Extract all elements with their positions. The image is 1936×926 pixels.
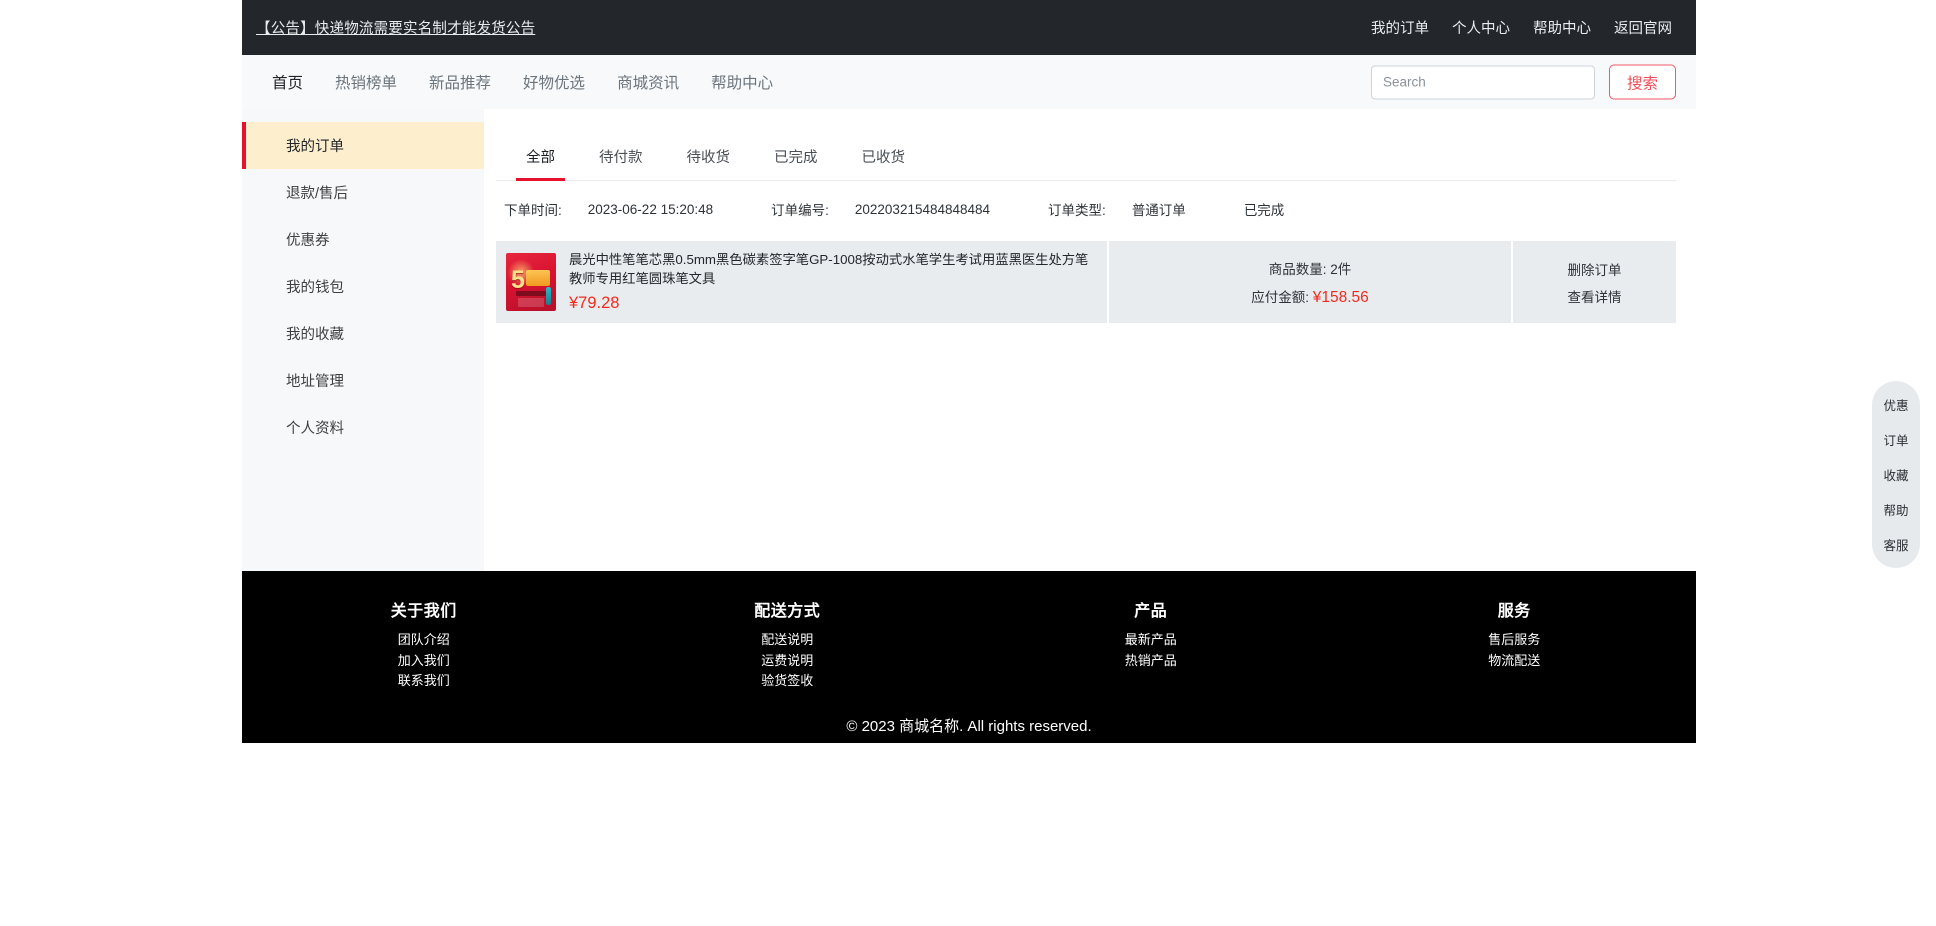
tab-received[interactable]: 已收货 (840, 146, 928, 180)
site-footer: 关于我们 团队介绍 加入我们 联系我们 配送方式 配送说明 运费说明 验货签收 … (242, 571, 1696, 743)
footer-column-title: 产品 (1134, 603, 1168, 620)
top-nav-item-back-to-site[interactable]: 返回官网 (1614, 17, 1672, 38)
footer-link-shipping-fee[interactable]: 运费说明 (606, 652, 970, 670)
thumbnail-banner-block (526, 270, 550, 286)
order-status-badge: 已完成 (1243, 203, 1285, 218)
nav-item-new-products[interactable]: 新品推荐 (413, 71, 507, 93)
footer-link-after-sales[interactable]: 售后服务 (1333, 631, 1697, 649)
announcement-bar: 【公告】快递物流需要实名制才能发货公告 我的订单 个人中心 帮助中心 返回官网 (242, 0, 1696, 55)
sidebar-item-label: 地址管理 (286, 374, 344, 390)
footer-link-contact-us[interactable]: 联系我们 (242, 672, 606, 690)
sidebar-item-label: 我的订单 (286, 139, 344, 155)
sidebar-item-profile[interactable]: 个人资料 (242, 404, 484, 451)
footer-link-newest-products[interactable]: 最新产品 (969, 631, 1333, 649)
sidebar-item-label: 优惠券 (286, 233, 330, 249)
search-button[interactable]: 搜索 (1608, 64, 1676, 100)
footer-column-delivery: 配送方式 配送说明 运费说明 验货签收 (606, 597, 970, 693)
sidebar-item-favorites[interactable]: 我的收藏 (242, 310, 484, 357)
delete-order-button[interactable]: 删除订单 (1568, 259, 1622, 279)
top-nav: 我的订单 个人中心 帮助中心 返回官网 (1371, 17, 1672, 38)
orders-panel: 全部 待付款 待收货 已完成 已收货 下单时间: 2023-06-22 15:2… (484, 109, 1696, 571)
footer-column-title: 服务 (1497, 603, 1531, 620)
product-price: ¥79.28 (569, 293, 620, 312)
footer-copyright: © 2023 商城名称. All rights reserved. (846, 717, 1092, 735)
quick-panel-item-help[interactable]: 帮助 (1883, 500, 1908, 519)
sidebar-item-label: 我的钱包 (286, 280, 344, 296)
quick-panel-item-favorites[interactable]: 收藏 (1883, 465, 1908, 484)
tab-unpaid[interactable]: 待付款 (577, 146, 665, 180)
order-meta-row: 下单时间: 2023-06-22 15:20:48 订单编号: 20220321… (496, 181, 1676, 237)
thumbnail-light-bar (518, 298, 544, 307)
order-type-label: 订单类型: (1048, 203, 1106, 218)
sidebar-item-label: 退款/售后 (286, 186, 349, 202)
tab-all[interactable]: 全部 (504, 146, 577, 181)
page-container: 【公告】快递物流需要实名制才能发货公告 我的订单 个人中心 帮助中心 返回官网 … (242, 0, 1696, 743)
quick-panel-item-orders[interactable]: 订单 (1883, 430, 1908, 449)
main-nav-bar: 首页 热销榜单 新品推荐 好物优选 商城资讯 帮助中心 搜索 (242, 55, 1696, 109)
announcement-link[interactable]: 【公告】快递物流需要实名制才能发货公告 (256, 17, 535, 38)
thumbnail-dark-bar (516, 291, 546, 296)
order-product-section: 5 晨光中性笔笔芯黑0.5mm黑色碳素签字笔GP-1008按动式水笔学生考试用蓝… (496, 241, 1109, 323)
order-quantity-label: 商品数量: (1268, 261, 1327, 277)
footer-column-products: 产品 最新产品 热销产品 (969, 597, 1333, 693)
nav-item-help-center[interactable]: 帮助中心 (695, 71, 789, 93)
footer-column-title: 配送方式 (754, 603, 821, 620)
order-card: 5 晨光中性笔笔芯黑0.5mm黑色碳素签字笔GP-1008按动式水笔学生考试用蓝… (496, 241, 1676, 323)
nav-item-selected-goods[interactable]: 好物优选 (507, 71, 601, 93)
order-number-value: 202203215484848484 (854, 201, 991, 217)
footer-link-join-us[interactable]: 加入我们 (242, 652, 606, 670)
order-payable-value: ¥158.56 (1312, 288, 1369, 306)
account-sidebar: 我的订单 退款/售后 优惠券 我的钱包 我的收藏 地址管理 个人资料 (242, 109, 484, 571)
search-area: 搜索 (1370, 64, 1676, 100)
nav-item-hot-ranking[interactable]: 热销榜单 (319, 71, 413, 93)
content-body: 我的订单 退款/售后 优惠券 我的钱包 我的收藏 地址管理 个人资料 全部 待付… (242, 109, 1696, 571)
top-nav-item-help-center[interactable]: 帮助中心 (1533, 17, 1591, 38)
order-quantity-value: 2件 (1330, 261, 1352, 277)
order-time-label: 下单时间: (504, 203, 562, 218)
floating-quick-panel: 优惠 订单 收藏 帮助 客服 (1872, 381, 1920, 568)
product-thumbnail-image: 5 (506, 253, 556, 311)
sidebar-item-my-orders[interactable]: 我的订单 (242, 122, 484, 169)
sidebar-item-label: 个人资料 (286, 421, 344, 437)
product-info: 晨光中性笔笔芯黑0.5mm黑色碳素签字笔GP-1008按动式水笔学生考试用蓝黑医… (569, 251, 1093, 313)
tab-completed[interactable]: 已完成 (752, 146, 840, 180)
nav-item-home[interactable]: 首页 (256, 71, 319, 93)
thumbnail-five-glyph: 5 (511, 266, 525, 294)
sidebar-item-label: 我的收藏 (286, 327, 344, 343)
quick-panel-item-coupons[interactable]: 优惠 (1883, 395, 1908, 414)
order-actions-section: 删除订单 查看详情 (1513, 241, 1676, 323)
sidebar-item-addresses[interactable]: 地址管理 (242, 357, 484, 404)
footer-column-title: 关于我们 (390, 603, 457, 620)
product-title[interactable]: 晨光中性笔笔芯黑0.5mm黑色碳素签字笔GP-1008按动式水笔学生考试用蓝黑医… (569, 251, 1089, 289)
footer-link-delivery-info[interactable]: 配送说明 (606, 631, 970, 649)
order-time-value: 2023-06-22 15:20:48 (587, 201, 714, 217)
sidebar-item-refund[interactable]: 退款/售后 (242, 169, 484, 216)
order-amount-section: 商品数量: 2件 应付金额: ¥158.56 (1109, 241, 1513, 323)
footer-column-about: 关于我们 团队介绍 加入我们 联系我们 (242, 597, 606, 693)
sidebar-item-coupons[interactable]: 优惠券 (242, 216, 484, 263)
main-nav-links: 首页 热销榜单 新品推荐 好物优选 商城资讯 帮助中心 (256, 71, 789, 93)
order-number-label: 订单编号: (771, 203, 829, 218)
footer-link-hot-products[interactable]: 热销产品 (969, 652, 1333, 670)
order-status-tabs: 全部 待付款 待收货 已完成 已收货 (496, 119, 1676, 181)
order-type-value: 普通订单 (1131, 203, 1186, 218)
footer-link-team-intro[interactable]: 团队介绍 (242, 631, 606, 649)
top-nav-item-my-orders[interactable]: 我的订单 (1371, 17, 1429, 38)
order-quantity-row: 商品数量: 2件 (1269, 258, 1352, 278)
nav-item-mall-news[interactable]: 商城资讯 (601, 71, 695, 93)
page-root: 【公告】快递物流需要实名制才能发货公告 我的订单 个人中心 帮助中心 返回官网 … (0, 0, 1936, 926)
order-payable-label: 应付金额: (1251, 289, 1309, 305)
top-nav-item-user-center[interactable]: 个人中心 (1452, 17, 1510, 38)
footer-link-inspection[interactable]: 验货签收 (606, 672, 970, 690)
footer-link-logistics[interactable]: 物流配送 (1333, 652, 1697, 670)
order-payable-row: 应付金额: ¥158.56 (1251, 286, 1369, 307)
thumbnail-pen-shape (546, 287, 551, 305)
footer-column-service: 服务 售后服务 物流配送 (1333, 597, 1697, 693)
search-input[interactable] (1370, 65, 1595, 99)
quick-panel-item-support[interactable]: 客服 (1883, 535, 1908, 554)
view-detail-button[interactable]: 查看详情 (1568, 286, 1622, 306)
footer-columns: 关于我们 团队介绍 加入我们 联系我们 配送方式 配送说明 运费说明 验货签收 … (242, 597, 1696, 693)
sidebar-item-wallet[interactable]: 我的钱包 (242, 263, 484, 310)
tab-to-receive[interactable]: 待收货 (665, 146, 753, 180)
